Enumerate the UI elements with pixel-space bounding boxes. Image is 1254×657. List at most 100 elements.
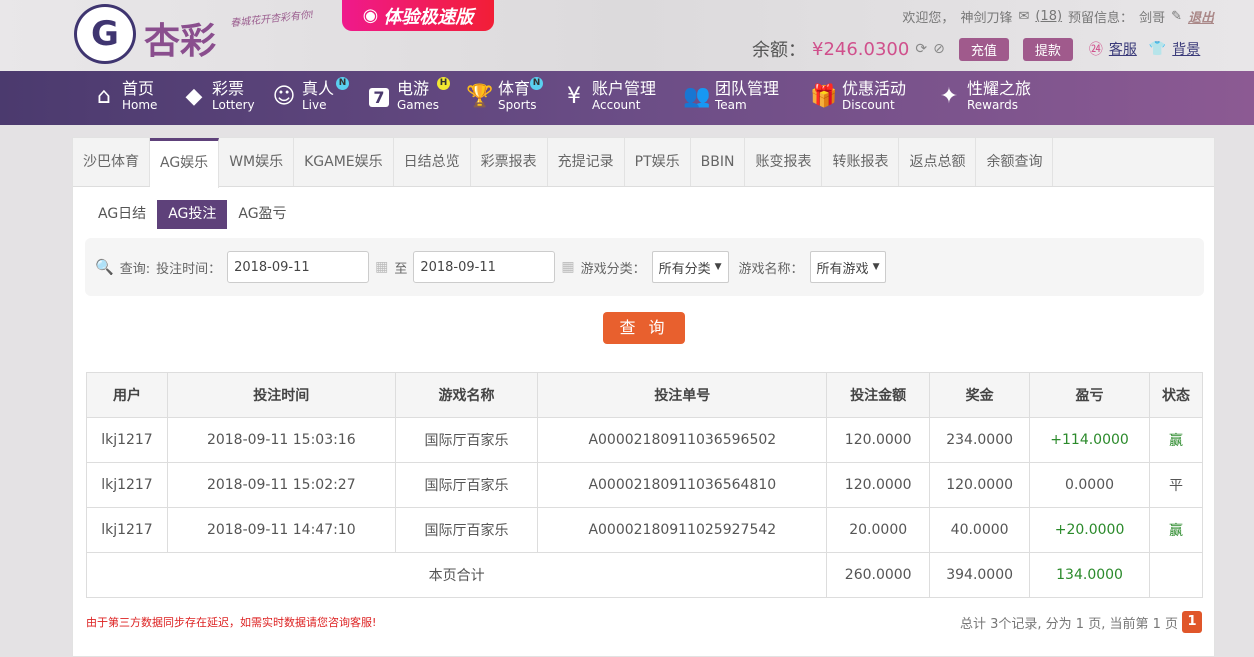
- subtab-ag-daily[interactable]: AG日结: [87, 200, 157, 229]
- ticket-icon: ◆: [185, 83, 203, 109]
- nav-label: 账户管理: [592, 79, 657, 98]
- category-label: 游戏分类：: [580, 261, 646, 277]
- cell-prize: 120.0000: [929, 462, 1031, 508]
- total-label: 本页合计: [85, 552, 828, 598]
- table-row: lkj1217 2018-09-11 15:02:27 国际厅百家乐 A0000218…: [86, 462, 1203, 508]
- game-select[interactable]: 所有游戏 ▼: [809, 251, 887, 283]
- slogan: 春城花开杏彩有你!: [229, 9, 315, 30]
- deposit-button[interactable]: 充值: [958, 37, 1009, 61]
- total-bet: 260.0000: [826, 552, 931, 598]
- subtab-ag-bets[interactable]: AG投注: [157, 200, 228, 229]
- nav-label: 团队管理: [715, 79, 780, 98]
- edit-icon[interactable]: ✎: [1171, 9, 1182, 24]
- cell-time: 2018-09-11 15:02:27: [166, 462, 396, 508]
- nav-live[interactable]: ☺ 真人 Live N: [270, 77, 349, 112]
- reserved-label: 预留信息：: [1068, 11, 1134, 26]
- calendar-icon[interactable]: ▦: [561, 259, 574, 275]
- cell-user: lkj1217: [86, 462, 168, 508]
- time-label: 投注时间：: [156, 261, 222, 277]
- rocket-icon: ◉: [362, 5, 379, 26]
- nav-lottery[interactable]: ◆ 彩票 Lottery: [180, 80, 255, 113]
- nav-games[interactable]: 7 电游 Games H: [365, 77, 450, 112]
- tab-lottery-report[interactable]: 彩票报表: [471, 138, 548, 186]
- total-prize: 394.0000: [929, 552, 1031, 598]
- pagination-summary: 总计 3个记录, 分为 1 页, 当前第 1 页: [959, 616, 1178, 632]
- report-tabs: 沙巴体育 AG娱乐 WM娱乐 KGAME娱乐 日结总览 彩票报表 充提记录 PT…: [73, 138, 1214, 188]
- tab-saba-sports[interactable]: 沙巴体育: [73, 138, 150, 186]
- reserved-value: 剑哥: [1139, 11, 1166, 26]
- column-header: 用户: [86, 372, 168, 418]
- tab-transfer-report[interactable]: 转账报表: [822, 138, 900, 186]
- nav-home[interactable]: ⌂ 首页 Home: [90, 79, 157, 113]
- nav-account[interactable]: ¥ 账户管理 Account: [560, 79, 657, 113]
- nav-sports[interactable]: 🏆 体育 Sports N: [466, 77, 543, 112]
- delay-notice: 由于第三方数据同步存在延迟，如需实时数据请您咨询客服!: [86, 616, 377, 629]
- game-label: 游戏名称：: [738, 261, 804, 277]
- tab-balance-query[interactable]: 余额查询: [976, 138, 1054, 186]
- subtab-ag-profit[interactable]: AG盈亏: [227, 200, 297, 229]
- nav-sublabel: Account: [592, 98, 641, 112]
- nav-rewards[interactable]: ✦ 性耀之旅 Rewards: [935, 80, 1031, 113]
- cell-status: 赢: [1149, 417, 1203, 463]
- shirt-icon: 👕: [1148, 41, 1167, 57]
- logo-text[interactable]: 杏彩: [144, 12, 216, 64]
- category-select[interactable]: 所有分类 ▼: [651, 251, 729, 283]
- nav-label: 真人: [302, 79, 335, 98]
- cell-user: lkj1217: [86, 507, 168, 553]
- cell-bet-id: A00002180911025927542: [537, 507, 828, 553]
- category-value: 所有分类: [658, 261, 711, 277]
- cell-time: 2018-09-11 15:03:16: [166, 417, 396, 463]
- nav-sublabel: Sports: [498, 98, 537, 112]
- nav-discount[interactable]: 🎁 优惠活动 Discount: [810, 80, 906, 113]
- tab-ag[interactable]: AG娱乐: [150, 138, 220, 188]
- gift-icon: 🎁: [810, 83, 838, 109]
- team-icon: 👥: [683, 83, 711, 109]
- nav-sublabel: Team: [715, 98, 747, 112]
- service-link[interactable]: 客服: [1109, 39, 1137, 59]
- tab-daily-overview[interactable]: 日结总览: [394, 138, 471, 186]
- tab-deposit-withdraw[interactable]: 充提记录: [548, 138, 625, 186]
- start-date-input[interactable]: [227, 251, 370, 283]
- withdraw-button[interactable]: 提款: [1022, 37, 1073, 61]
- cell-amount: 20.0000: [826, 507, 931, 553]
- report-panel: 沙巴体育 AG娱乐 WM娱乐 KGAME娱乐 日结总览 彩票报表 充提记录 PT…: [72, 137, 1215, 657]
- tab-pt[interactable]: PT娱乐: [625, 138, 691, 186]
- total-row: 本页合计 260.0000 394.0000 134.0000: [85, 552, 1203, 598]
- messages-link[interactable]: (18): [1035, 9, 1062, 24]
- logo-icon[interactable]: G: [74, 4, 136, 64]
- cell-game: 国际厅百家乐: [394, 507, 539, 553]
- rewards-icon: ✦: [939, 83, 959, 109]
- cell-status: 赢: [1149, 507, 1203, 553]
- mail-icon[interactable]: ✉: [1018, 9, 1029, 24]
- user-info: 欢迎您， 神剑刀锋 ✉ (18) 预留信息： 剑哥 ✎ 退出: [902, 7, 1214, 26]
- column-header: 游戏名称: [394, 372, 539, 418]
- balance-row: 余额： ¥246.0300 ⟳ ⊘ 充值 提款 ㉔ 客服 👕 背景: [752, 36, 1200, 62]
- caret-down-icon: ▼: [872, 262, 880, 272]
- logout-link[interactable]: 退出: [1188, 7, 1214, 26]
- end-date-input[interactable]: [413, 251, 556, 283]
- welcome-text: 欢迎您，: [902, 11, 955, 26]
- calendar-icon[interactable]: ▦: [375, 259, 388, 275]
- page-1-button[interactable]: 1: [1182, 611, 1202, 633]
- cell-profit: +114.0000: [1029, 417, 1151, 463]
- speed-version-button[interactable]: ◉ 体验极速版: [342, 0, 494, 31]
- tab-account-change[interactable]: 账变报表: [745, 138, 823, 186]
- column-header: 投注时间: [166, 372, 396, 418]
- nav-team[interactable]: 👥 团队管理 Team: [683, 79, 780, 113]
- cell-bet-id: A00002180911036596502: [537, 417, 828, 463]
- hide-eye-icon[interactable]: ⊘: [933, 41, 945, 57]
- nav-label: 首页: [122, 79, 155, 98]
- column-header: 状态: [1149, 372, 1203, 418]
- refresh-icon[interactable]: ⟳: [915, 41, 927, 57]
- background-link[interactable]: 背景: [1172, 39, 1200, 59]
- nav-label: 电游: [397, 79, 430, 98]
- cell-amount: 120.0000: [826, 417, 931, 463]
- tab-rebate-total[interactable]: 返点总额: [899, 138, 977, 186]
- table-header-row: 用户 投注时间 游戏名称 投注单号 投注金额 奖金 盈亏 状态: [86, 372, 1203, 418]
- cell-profit: 0.0000: [1029, 462, 1151, 508]
- tab-kgame[interactable]: KGAME娱乐: [294, 138, 394, 186]
- query-button[interactable]: 查 询: [603, 312, 685, 344]
- service-24-icon: ㉔: [1088, 42, 1103, 58]
- tab-wm[interactable]: WM娱乐: [219, 138, 295, 186]
- tab-bbin[interactable]: BBIN: [691, 138, 746, 186]
